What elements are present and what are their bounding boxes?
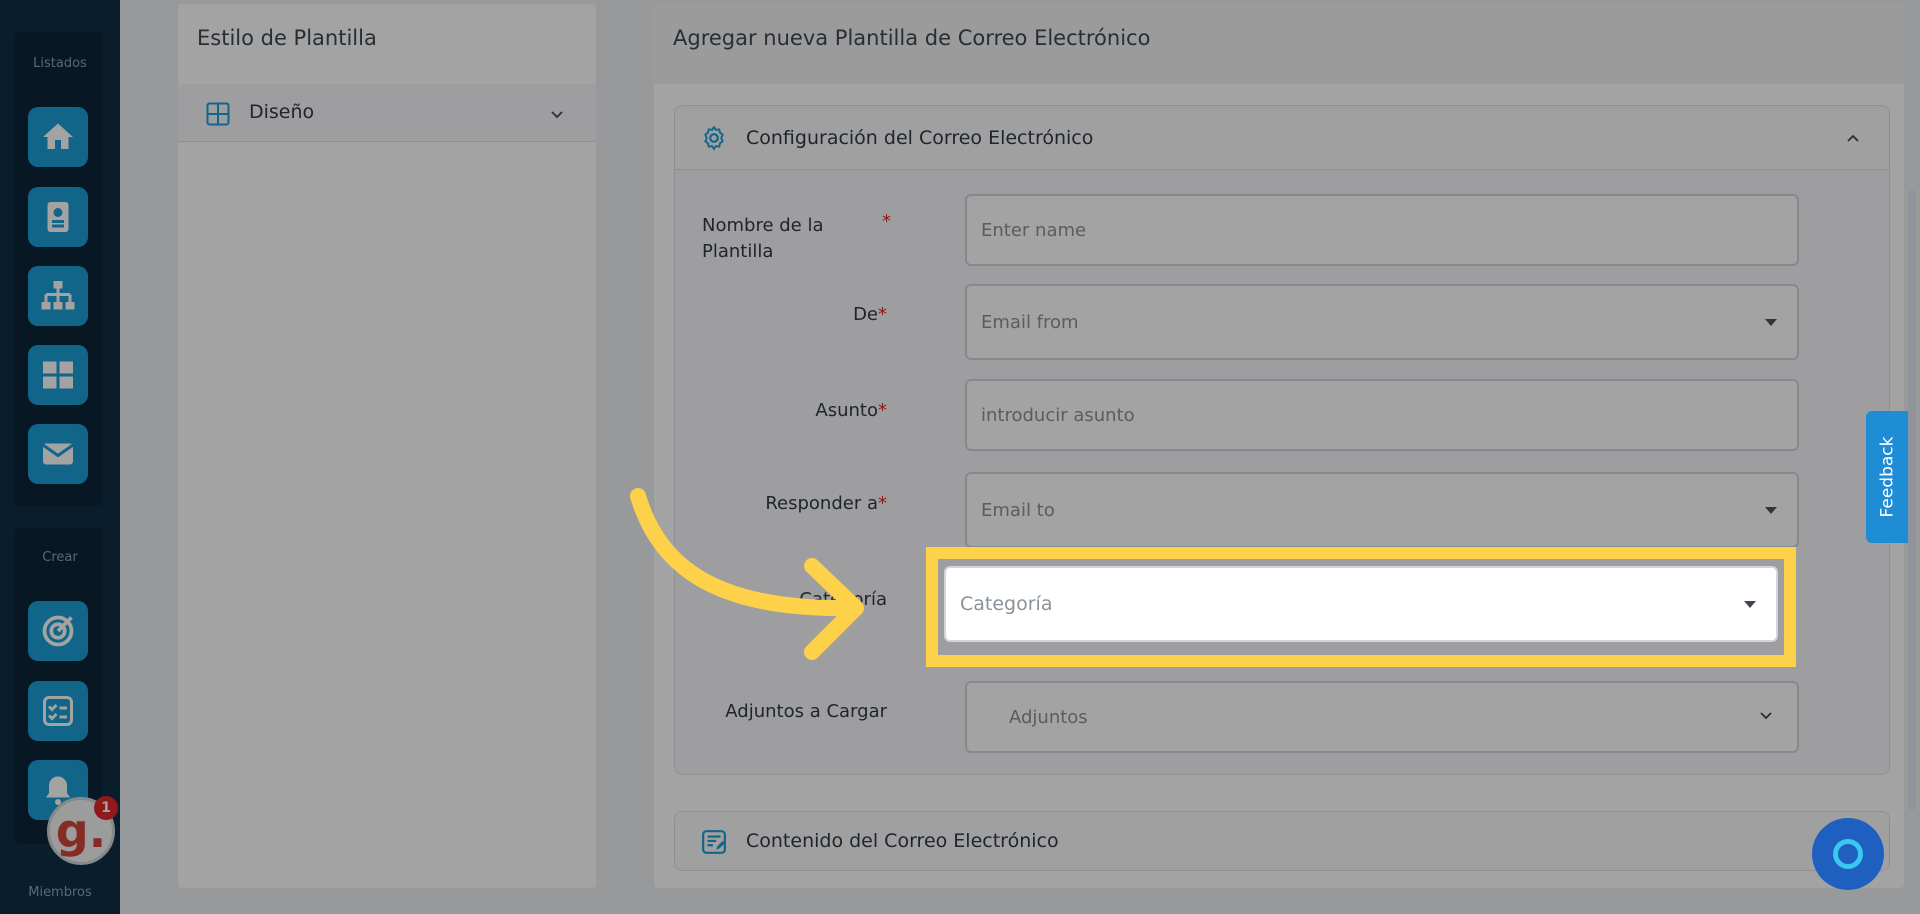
chat-button[interactable] xyxy=(1812,818,1884,890)
reply-to-select[interactable]: Email to xyxy=(965,472,1799,548)
required-star: * xyxy=(878,304,887,325)
panel-header: Agregar nueva Plantilla de Correo Electr… xyxy=(654,4,1904,84)
scrollbar[interactable] xyxy=(1908,190,1916,810)
category-placeholder: Categoría xyxy=(960,593,1053,615)
grid-icon xyxy=(43,361,73,389)
sidebar-home-button[interactable] xyxy=(28,107,88,167)
email-content-title: Contenido del Correo Electrónico xyxy=(746,830,1059,852)
checklist-icon xyxy=(43,696,73,726)
feedback-tab[interactable]: Feedback xyxy=(1866,411,1908,543)
contact-card-icon xyxy=(47,202,69,232)
new-email-template-panel: Agregar nueva Plantilla de Correo Electr… xyxy=(654,4,1904,888)
sidebar-section-lists: Listados xyxy=(33,56,87,71)
sidebar-section-create: Crear xyxy=(42,550,78,565)
from-select[interactable]: Email from xyxy=(965,284,1799,360)
email-config-title: Configuración del Correo Electrónico xyxy=(746,127,1094,149)
email-content-card[interactable]: Contenido del Correo Electrónico xyxy=(674,811,1890,871)
mail-icon xyxy=(42,443,74,465)
attachments-placeholder: Adjuntos xyxy=(1009,706,1088,728)
template-name-placeholder: Enter name xyxy=(981,219,1087,241)
chevron-up-icon xyxy=(1847,134,1859,142)
template-style-panel: Estilo de Plantilla Diseño xyxy=(178,4,596,888)
from-placeholder: Email from xyxy=(981,311,1079,333)
category-select[interactable]: Categoría xyxy=(944,566,1778,642)
from-label-text: De xyxy=(853,304,878,325)
notification-badge: 1 xyxy=(94,796,118,820)
sidebar-goals-button[interactable] xyxy=(28,601,88,661)
attachments-select[interactable]: Adjuntos xyxy=(965,681,1799,753)
subject-placeholder: introducir asunto xyxy=(981,404,1135,426)
sidebar: Listados Crear Miembros xyxy=(0,0,120,914)
caret-down-icon xyxy=(1744,601,1756,608)
design-accordion[interactable]: Diseño xyxy=(178,84,596,142)
sidebar-email-button[interactable] xyxy=(28,424,88,484)
sidebar-dashboard-button[interactable] xyxy=(28,345,88,405)
from-label: De* xyxy=(687,302,887,328)
sidebar-tasks-button[interactable] xyxy=(28,681,88,741)
template-name-input[interactable]: Enter name xyxy=(965,194,1799,266)
chevron-down-icon xyxy=(551,111,563,119)
home-icon xyxy=(43,123,73,149)
org-chart-icon xyxy=(41,281,75,310)
template-name-label: Nombre de la Plantilla xyxy=(702,215,824,262)
caret-down-icon xyxy=(1765,507,1777,514)
document-edit-icon xyxy=(702,830,726,854)
template-style-title: Estilo de Plantilla xyxy=(197,26,377,50)
email-config-card: Configuración del Correo Electrónico Nom… xyxy=(674,105,1890,775)
feedback-label: Feedback xyxy=(1877,436,1897,518)
email-config-header[interactable]: Configuración del Correo Electrónico xyxy=(675,106,1889,170)
chat-icon xyxy=(1833,839,1863,869)
sidebar-hierarchy-button[interactable] xyxy=(28,266,88,326)
target-icon xyxy=(42,615,74,647)
sidebar-section-members: Miembros xyxy=(28,885,92,900)
required-star: * xyxy=(878,400,887,421)
reply-to-placeholder: Email to xyxy=(981,499,1055,521)
required-star: * xyxy=(882,211,891,232)
subject-input[interactable]: introducir asunto xyxy=(965,379,1799,451)
caret-down-icon xyxy=(1765,319,1777,326)
design-label: Diseño xyxy=(249,101,315,123)
subject-label: Asunto* xyxy=(687,398,887,424)
chevron-down-icon xyxy=(1760,712,1772,720)
subject-label-text: Asunto xyxy=(815,400,878,421)
attachments-label: Adjuntos a Cargar xyxy=(725,701,887,722)
sidebar-contacts-button[interactable] xyxy=(28,187,88,247)
page-title: Agregar nueva Plantilla de Correo Electr… xyxy=(673,26,1151,50)
pointer-arrow xyxy=(630,488,864,660)
gear-icon xyxy=(704,125,724,151)
layout-grid-icon xyxy=(206,102,230,126)
